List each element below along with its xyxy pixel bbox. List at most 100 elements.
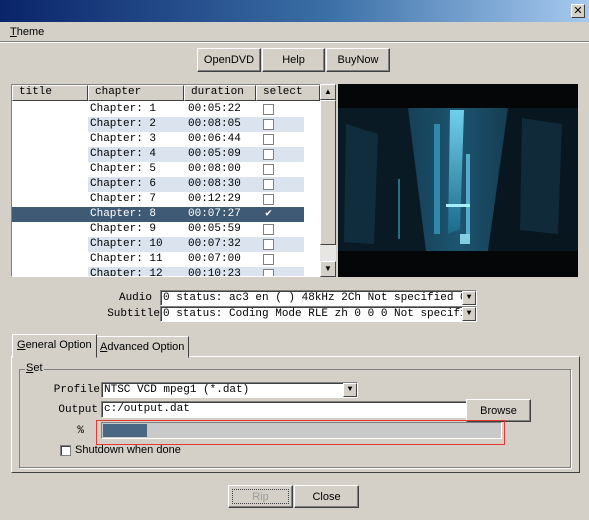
- row-duration: 00:07:32: [184, 237, 256, 252]
- row-select-cell: [256, 252, 304, 267]
- scroll-down-arrow-icon[interactable]: ▼: [320, 261, 336, 277]
- close-button[interactable]: Close: [294, 485, 359, 508]
- table-row[interactable]: Chapter: 9 00:05:59: [12, 222, 320, 237]
- table-row[interactable]: Chapter: 4 00:05:09: [12, 147, 320, 162]
- table-row[interactable]: Chapter: 11 00:07:00: [12, 252, 320, 267]
- profile-label: Profile: [53, 384, 100, 396]
- row-chapter: Chapter: 8: [88, 207, 184, 222]
- chapter-table[interactable]: title chapter duration select Chapter: 1…: [11, 84, 335, 277]
- shutdown-checkbox[interactable]: [60, 445, 71, 456]
- row-chapter: Chapter: 6: [88, 177, 184, 192]
- row-chapter: Chapter: 7: [90, 193, 157, 205]
- menu-theme-mnemonic: T: [10, 26, 17, 38]
- table-row[interactable]: Chapter: 3 00:06:44: [12, 132, 320, 147]
- column-header-select[interactable]: select: [256, 85, 320, 101]
- table-row[interactable]: Chapter: 12 00:10:23: [12, 267, 320, 276]
- tab-general-mnemonic: G: [17, 339, 26, 351]
- row-title: [12, 252, 88, 267]
- row-select-checkbox[interactable]: [263, 224, 274, 235]
- audio-label: Audio: [118, 292, 152, 304]
- row-select-checkbox[interactable]: [263, 239, 274, 250]
- table-row[interactable]: Chapter: 6 00:08:30: [12, 177, 320, 192]
- table-row[interactable]: Chapter: 1 00:05:22: [12, 102, 320, 117]
- row-select-cell: [256, 192, 304, 207]
- row-select-cell: [256, 102, 304, 117]
- row-select-checkbox[interactable]: [263, 164, 274, 175]
- menu-theme[interactable]: Theme: [10, 26, 44, 38]
- row-select-checkbox[interactable]: [263, 119, 274, 130]
- row-chapter: Chapter: 1: [90, 103, 157, 115]
- video-preview: [338, 84, 578, 277]
- row-select-cell: [256, 117, 304, 132]
- focus-rect: [232, 489, 289, 504]
- row-select-checkbox[interactable]: [263, 194, 274, 205]
- set-group-title: Set: [25, 362, 44, 374]
- row-duration: 00:10:23: [184, 267, 256, 276]
- progress-bar-fill: [103, 424, 147, 437]
- row-title: [12, 117, 88, 132]
- progress-percent-label: %: [77, 425, 84, 437]
- row-select-checkbox[interactable]: [263, 134, 274, 145]
- check-icon: ✔: [265, 208, 272, 220]
- chevron-down-icon[interactable]: ▼: [462, 291, 476, 305]
- row-select-checkbox[interactable]: [263, 104, 274, 115]
- row-select-cell: [256, 237, 304, 252]
- shutdown-label[interactable]: Shutdown when done: [75, 444, 181, 456]
- subtitle-select[interactable]: 0 status: Coding Mode RLE zh 0 0 0 Not s…: [160, 306, 477, 322]
- row-title: [12, 102, 88, 117]
- row-select-cell: [256, 162, 304, 177]
- column-header-duration[interactable]: duration: [184, 85, 256, 101]
- row-title: [12, 207, 88, 222]
- row-select-cell: [256, 147, 304, 162]
- row-chapter: Chapter: 10: [88, 237, 184, 252]
- table-scrollbar[interactable]: ▲ ▼: [320, 84, 336, 277]
- subtitle-select-value: 0 status: Coding Mode RLE zh 0 0 0 Not s…: [163, 308, 477, 320]
- table-row[interactable]: Chapter: 7 00:12:29: [12, 192, 320, 207]
- row-duration: 00:05:09: [184, 147, 256, 162]
- table-body: Chapter: 1 00:05:22 Chapter: 2 00:08:05 Chap…: [12, 102, 320, 276]
- row-select-checkbox[interactable]: [263, 254, 274, 265]
- title-bar: ✕: [0, 0, 589, 22]
- table-row[interactable]: Chapter: 2 00:08:05: [12, 117, 320, 132]
- tab-advanced-option[interactable]: Advanced Option: [95, 336, 190, 358]
- row-select-cell: ✔: [256, 207, 304, 222]
- rip-button[interactable]: Rip: [228, 485, 293, 508]
- row-select-checkbox[interactable]: [263, 149, 274, 160]
- row-chapter: Chapter: 5: [90, 163, 157, 175]
- scrollbar-thumb[interactable]: [320, 100, 336, 245]
- row-chapter: Chapter: 9: [90, 223, 157, 235]
- chevron-down-icon[interactable]: ▼: [343, 383, 357, 397]
- help-button[interactable]: Help: [262, 48, 325, 72]
- output-path-input[interactable]: c:/output.dat: [101, 401, 467, 418]
- row-duration: 00:12:29: [188, 193, 241, 205]
- menu-theme-label: heme: [16, 26, 45, 38]
- chevron-down-icon[interactable]: ▼: [462, 307, 476, 321]
- table-row[interactable]: Chapter: 5 00:08:00: [12, 162, 320, 177]
- open-dvd-button[interactable]: OpenDVD: [197, 48, 261, 72]
- subtitle-label: Subtitle: [107, 308, 160, 320]
- column-header-chapter[interactable]: chapter: [88, 85, 184, 101]
- buy-now-button[interactable]: BuyNow: [326, 48, 390, 72]
- row-duration: 00:05:59: [188, 223, 241, 235]
- profile-select[interactable]: NTSC VCD mpeg1 (*.dat) ▼: [101, 382, 358, 398]
- tab-general-option[interactable]: General Option: [12, 334, 97, 358]
- row-select-checkbox[interactable]: ✔: [263, 209, 274, 220]
- close-window-button[interactable]: ✕: [571, 4, 585, 18]
- row-select-checkbox[interactable]: [263, 179, 274, 190]
- tab-advanced-label: dvanced Option: [107, 341, 185, 353]
- row-title: [12, 237, 88, 252]
- output-label: Output: [58, 404, 98, 416]
- audio-select[interactable]: 0 status: ac3 en ( ) 48kHz 2Ch Not speci…: [160, 290, 477, 306]
- table-header: title chapter duration select: [12, 85, 320, 101]
- column-header-title[interactable]: title: [12, 85, 88, 101]
- close-icon: ✕: [573, 4, 583, 17]
- row-duration: 00:07:00: [188, 253, 241, 265]
- table-row[interactable]: Chapter: 10 00:07:32: [12, 237, 320, 252]
- table-row[interactable]: Chapter: 8 00:07:27 ✔: [12, 207, 320, 222]
- row-duration: 00:08:30: [184, 177, 256, 192]
- row-select-cell: [256, 132, 304, 147]
- row-select-checkbox[interactable]: [263, 269, 274, 276]
- row-duration: 00:05:22: [188, 103, 241, 115]
- scroll-up-arrow-icon[interactable]: ▲: [320, 84, 336, 100]
- browse-button[interactable]: Browse: [466, 399, 531, 422]
